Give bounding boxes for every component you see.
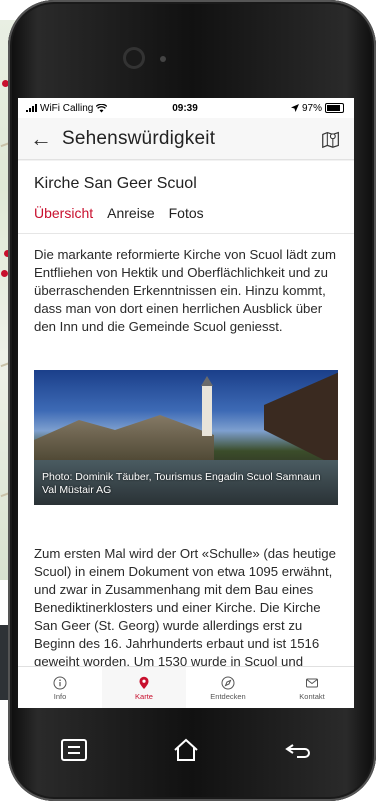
intro-text: Die markante reformierte Kirche von Scuo… — [34, 247, 336, 334]
back-button[interactable] — [280, 735, 316, 765]
church-photo[interactable]: Photo: Dominik Täuber, Tourismus Engadin… — [34, 370, 338, 505]
tab-entdecken-label: Entdecken — [210, 691, 246, 701]
carrier-label: WiFi Calling — [40, 102, 94, 114]
map-pin-icon — [139, 676, 149, 689]
app-header: ← Sehenswürdigkeit — [18, 118, 354, 160]
place-title: Kirche San Geer Scuol — [34, 175, 197, 192]
photo-church-tower — [201, 376, 213, 436]
back-icon — [285, 744, 310, 758]
tab-kontakt[interactable]: Kontakt — [270, 667, 354, 708]
detail-tabs: Übersicht Anreise Fotos — [18, 193, 354, 227]
detail-content[interactable]: Kirche San Geer Scuol Übersicht Anreise … — [18, 161, 354, 666]
page-title: Sehenswürdigkeit — [62, 127, 216, 149]
signal-icon — [26, 104, 37, 112]
tab-karte-label: Karte — [135, 691, 153, 701]
info-icon — [53, 676, 67, 689]
compass-icon — [221, 676, 235, 689]
recent-apps-icon — [61, 739, 87, 761]
recent-apps-button[interactable] — [56, 735, 92, 765]
status-bar: WiFi Calling 09:39 97% — [18, 98, 354, 118]
home-button[interactable] — [168, 735, 204, 765]
tab-info-label: Info — [53, 691, 67, 701]
tab-fotos[interactable]: Fotos — [169, 205, 204, 227]
tab-entdecken[interactable]: Entdecken — [186, 667, 270, 708]
tab-karte[interactable]: Karte — [102, 667, 186, 708]
map-icon[interactable] — [320, 128, 342, 150]
map-marker-icon — [1, 270, 8, 277]
bottom-tab-bar: Info Karte Entdecken Kontakt — [18, 666, 354, 708]
tab-uebersicht[interactable]: Übersicht — [34, 205, 93, 227]
proximity-sensor — [160, 56, 166, 62]
mail-icon — [306, 678, 318, 687]
history-text: Zum ersten Mal wird der Ort «Schulle» (d… — [34, 546, 336, 666]
arrow-left-icon[interactable]: ← — [30, 127, 52, 150]
app-screen: WiFi Calling 09:39 97% ← Sehenswürdigkei… — [18, 98, 354, 708]
location-arrow-icon — [290, 104, 299, 112]
clock: 09:39 — [172, 102, 198, 114]
wifi-icon — [96, 103, 108, 112]
battery-icon — [325, 103, 344, 113]
photo-caption: Photo: Dominik Täuber, Tourismus Engadin… — [42, 471, 321, 496]
photo-mountains — [34, 415, 214, 460]
hardware-nav-bar — [18, 715, 354, 785]
tab-anreise[interactable]: Anreise — [107, 205, 154, 227]
tab-info[interactable]: Info — [18, 667, 102, 708]
home-icon — [174, 738, 198, 761]
photo-covered-bridge — [264, 370, 338, 470]
front-camera — [126, 50, 142, 66]
tab-kontakt-label: Kontakt — [299, 691, 325, 701]
battery-percent: 97% — [301, 102, 322, 114]
